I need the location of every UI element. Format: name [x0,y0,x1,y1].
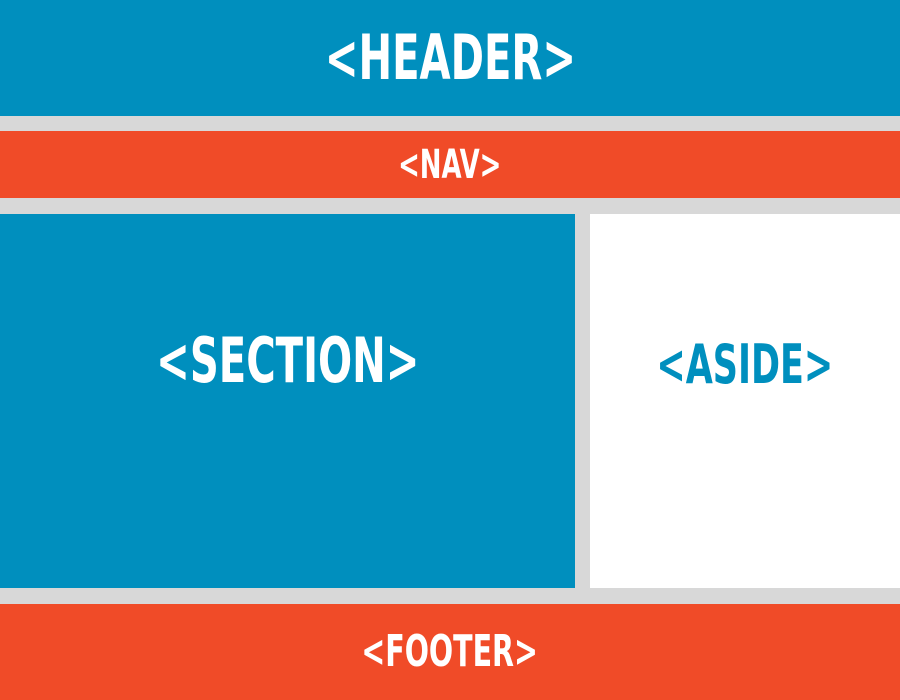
aside-block: <ASIDE> [590,214,900,588]
nav-block: <NAV> [0,131,900,198]
header-label: <HEADER> [324,21,576,94]
section-label: <SECTION> [155,324,420,397]
aside-label: <ASIDE> [656,333,834,396]
footer-label: <FOOTER> [361,626,539,677]
nav-label: <NAV> [398,141,502,188]
section-block: <SECTION> [0,214,575,588]
header-block: <HEADER> [0,0,900,116]
footer-block: <FOOTER> [0,604,900,700]
